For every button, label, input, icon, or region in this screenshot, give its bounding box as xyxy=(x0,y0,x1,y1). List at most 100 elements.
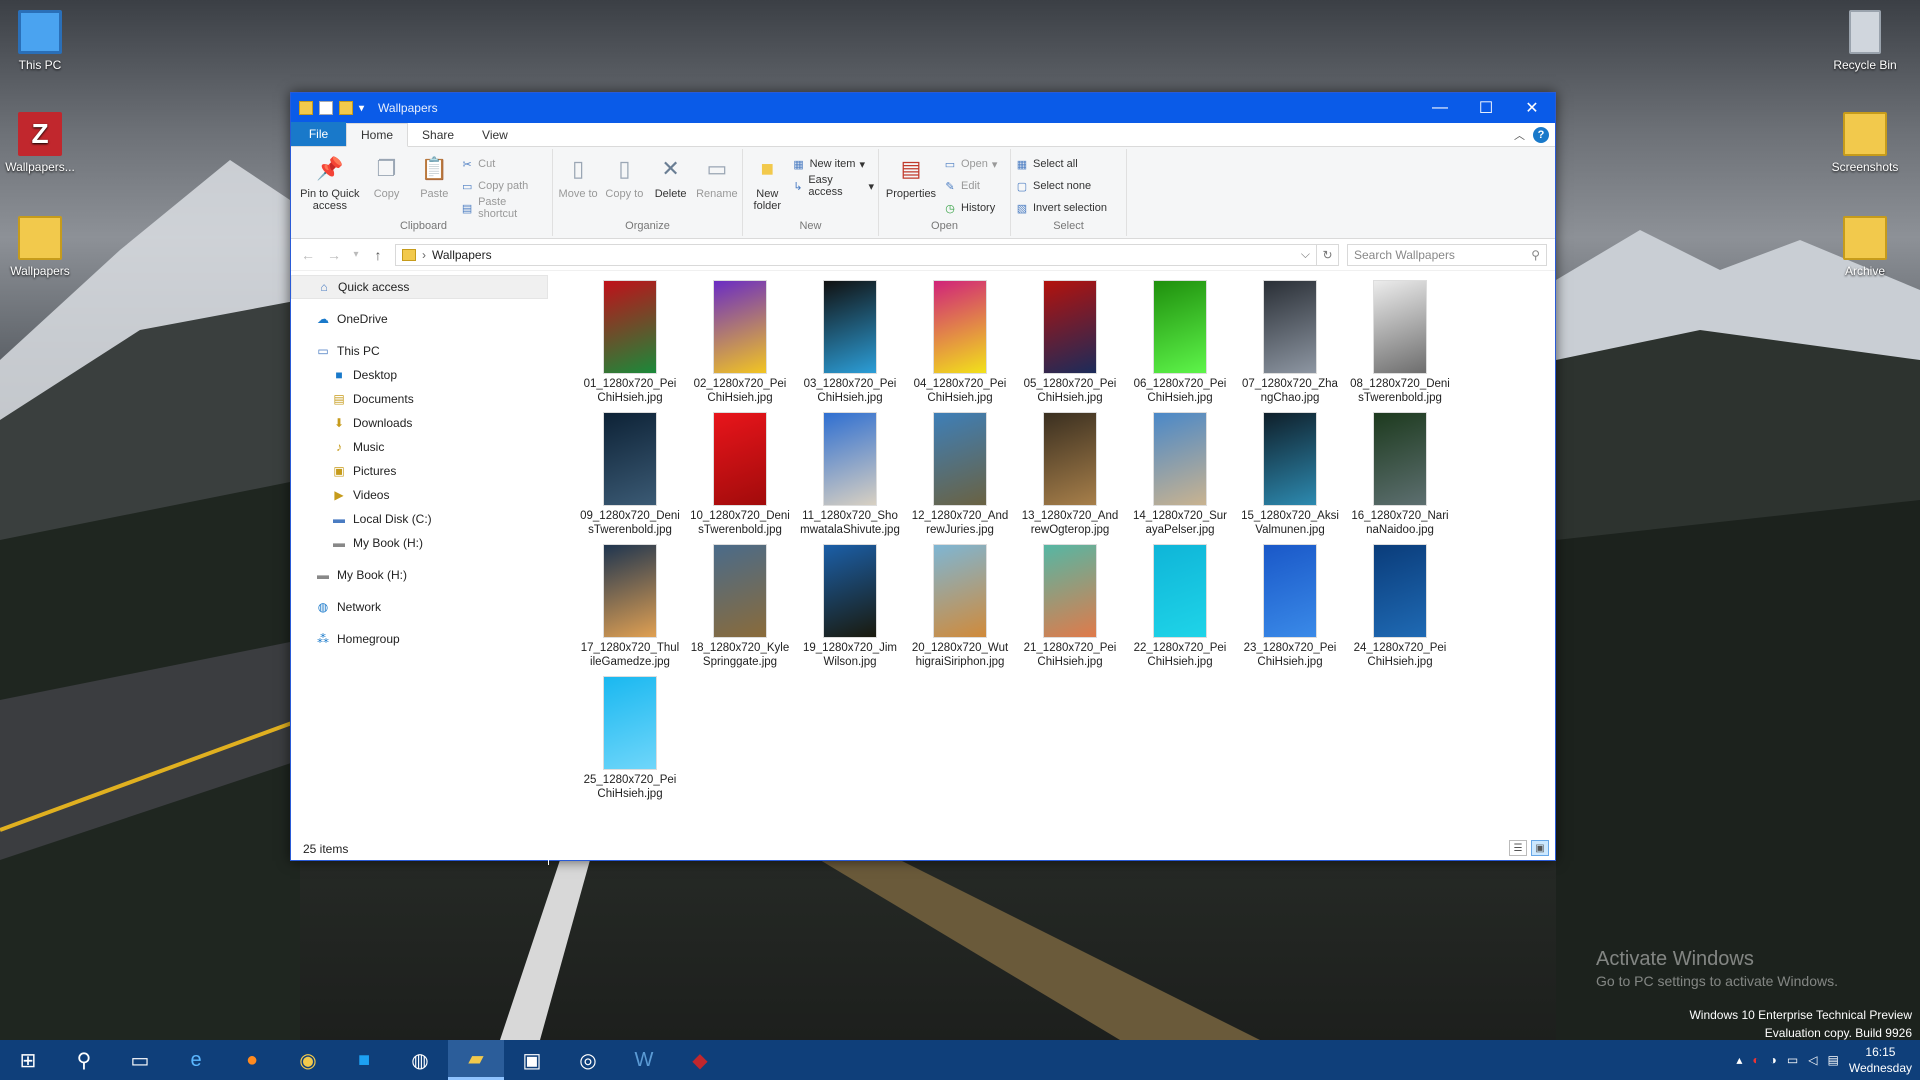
twitter-icon[interactable]: ■ xyxy=(336,1040,392,1080)
rename-button[interactable]: ▭ Rename xyxy=(696,149,738,220)
desktop-icon-wallpapers[interactable]: Wallpapers xyxy=(0,216,80,278)
file-item[interactable]: 08_1280x720_DenisTwerenbold.jpg xyxy=(1345,279,1455,405)
title-bar[interactable]: ▾ Wallpapers — ☐ ✕ xyxy=(291,93,1555,123)
refresh-icon[interactable]: ↻ xyxy=(1317,243,1339,266)
nav-documents[interactable]: ▤ Documents xyxy=(291,387,548,411)
nav-onedrive[interactable]: ☁ OneDrive xyxy=(291,307,548,331)
file-item[interactable]: 11_1280x720_ShomwatalaShivute.jpg xyxy=(795,411,905,537)
start-icon[interactable]: ⊞ xyxy=(0,1040,56,1080)
minimize-button[interactable]: — xyxy=(1417,93,1463,123)
file-item[interactable]: 04_1280x720_PeiChiHsieh.jpg xyxy=(905,279,1015,405)
up-icon[interactable]: ↑ xyxy=(369,247,387,263)
antivirus-icon[interactable]: ◐ xyxy=(1752,1053,1759,1067)
nav-pictures[interactable]: ▣ Pictures xyxy=(291,459,548,483)
move-to-button[interactable]: ▯ Move to xyxy=(557,149,599,220)
tab-share[interactable]: Share xyxy=(408,124,468,146)
show-hidden-icons-icon[interactable]: ▴ xyxy=(1736,1053,1742,1067)
tab-file[interactable]: File xyxy=(291,122,346,146)
network-icon[interactable]: ▭ xyxy=(1787,1053,1798,1067)
select-none-button[interactable]: ▢ Select none xyxy=(1015,177,1107,195)
history-button[interactable]: ◷ History xyxy=(943,199,997,217)
forward-icon[interactable]: → xyxy=(325,247,343,263)
nav-homegroup[interactable]: ⁂ Homegroup xyxy=(291,627,548,651)
select-all-button[interactable]: ▦ Select all xyxy=(1015,155,1107,173)
volume-icon[interactable]: ◁ xyxy=(1808,1053,1817,1067)
file-item[interactable]: 22_1280x720_PeiChiHsieh.jpg xyxy=(1125,543,1235,669)
paste-button[interactable]: 📋 Paste xyxy=(412,149,456,220)
pin-to-quick-access-button[interactable]: 📌 Pin to Quick access xyxy=(299,149,361,220)
tab-view[interactable]: View xyxy=(468,124,522,146)
copy-button[interactable]: ❐ Copy xyxy=(365,149,409,220)
nav-music[interactable]: ♪ Music xyxy=(291,435,548,459)
network-app-icon[interactable]: ◍ xyxy=(392,1040,448,1080)
large-icons-view-icon[interactable]: ▣ xyxy=(1531,840,1549,856)
address-bar[interactable]: › Wallpapers ⌵ xyxy=(395,243,1317,266)
desktop-icon-archive[interactable]: Archive xyxy=(1820,216,1910,278)
invert-selection-button[interactable]: ▧ Invert selection xyxy=(1015,199,1107,217)
easy-access-button[interactable]: ↳ Easy access ▾ xyxy=(792,174,874,198)
file-item[interactable]: 02_1280x720_PeiChiHsieh.jpg xyxy=(685,279,795,405)
nav-my-book[interactable]: ▬ My Book (H:) xyxy=(291,563,548,587)
file-item[interactable]: 20_1280x720_WuthigraiSiriphon.jpg xyxy=(905,543,1015,669)
store-icon[interactable]: ▣ xyxy=(504,1040,560,1080)
properties-button[interactable]: ▤ Properties xyxy=(883,149,939,220)
copy-to-button[interactable]: ▯ Copy to xyxy=(603,149,645,220)
chrome-icon[interactable]: ◉ xyxy=(280,1040,336,1080)
recent-locations-icon[interactable]: ▾ xyxy=(351,249,361,260)
file-item[interactable]: 25_1280x720_PeiChiHsieh.jpg xyxy=(575,675,685,801)
chat-icon[interactable]: ◑ xyxy=(1770,1053,1777,1067)
tab-home[interactable]: Home xyxy=(346,123,409,147)
nav-quick-access[interactable]: ⌂ Quick access xyxy=(291,275,548,299)
file-item[interactable]: 03_1280x720_PeiChiHsieh.jpg xyxy=(795,279,905,405)
nav-downloads[interactable]: ⬇ Downloads xyxy=(291,411,548,435)
maximize-button[interactable]: ☐ xyxy=(1463,93,1509,123)
details-view-icon[interactable]: ☰ xyxy=(1509,840,1527,856)
steam-icon[interactable]: ◎ xyxy=(560,1040,616,1080)
file-item[interactable]: 16_1280x720_NarinaNaidoo.jpg xyxy=(1345,411,1455,537)
copy-path-button[interactable]: ▭ Copy path xyxy=(460,177,548,195)
desktop-icon-recycle-bin[interactable]: Recycle Bin xyxy=(1820,10,1910,72)
file-item[interactable]: 23_1280x720_PeiChiHsieh.jpg xyxy=(1235,543,1345,669)
nav-my-book-sub[interactable]: ▬ My Book (H:) xyxy=(291,531,548,555)
file-item[interactable]: 06_1280x720_PeiChiHsieh.jpg xyxy=(1125,279,1235,405)
desktop-icon-screenshots[interactable]: Screenshots xyxy=(1820,112,1910,174)
back-icon[interactable]: ← xyxy=(299,247,317,263)
new-item-button[interactable]: ▦ New item ▾ xyxy=(792,155,874,173)
file-item[interactable]: 05_1280x720_PeiChiHsieh.jpg xyxy=(1015,279,1125,405)
search-input[interactable]: Search Wallpapers ⚲ xyxy=(1347,243,1547,266)
file-item[interactable]: 15_1280x720_AksiValmunen.jpg xyxy=(1235,411,1345,537)
file-item[interactable]: 01_1280x720_PeiChiHsieh.jpg xyxy=(575,279,685,405)
file-item[interactable]: 18_1280x720_KyleSpringgate.jpg xyxy=(685,543,795,669)
task-view-icon[interactable]: ▭ xyxy=(112,1040,168,1080)
firefox-icon[interactable]: ● xyxy=(224,1040,280,1080)
search-icon[interactable]: ⚲ xyxy=(56,1040,112,1080)
file-item[interactable]: 07_1280x720_ZhangChao.jpg xyxy=(1235,279,1345,405)
help-icon[interactable]: ? xyxy=(1533,127,1549,143)
file-item[interactable]: 24_1280x720_PeiChiHsieh.jpg xyxy=(1345,543,1455,669)
file-item[interactable]: 14_1280x720_SurayaPelser.jpg xyxy=(1125,411,1235,537)
nav-network[interactable]: ◍ Network xyxy=(291,595,548,619)
new-folder-button[interactable]: ■ New folder xyxy=(747,149,788,220)
cut-button[interactable]: ✂ Cut xyxy=(460,155,548,173)
nav-videos[interactable]: ▶ Videos xyxy=(291,483,548,507)
word-icon[interactable]: W xyxy=(616,1040,672,1080)
file-item[interactable]: 21_1280x720_PeiChiHsieh.jpg xyxy=(1015,543,1125,669)
chevron-down-icon[interactable]: ⌵ xyxy=(1301,247,1310,262)
file-item[interactable]: 17_1280x720_ThulileGamedze.jpg xyxy=(575,543,685,669)
clock[interactable]: 16:15 Wednesday xyxy=(1849,1044,1912,1076)
nav-local-disk[interactable]: ▬ Local Disk (C:) xyxy=(291,507,548,531)
delete-button[interactable]: ✕ Delete xyxy=(650,149,692,220)
nav-this-pc[interactable]: ▭ This PC xyxy=(291,339,548,363)
close-button[interactable]: ✕ xyxy=(1509,93,1555,123)
file-item[interactable]: 12_1280x720_AndrewJuries.jpg xyxy=(905,411,1015,537)
breadcrumb[interactable]: Wallpapers xyxy=(432,248,492,262)
desktop-icon-wallpapers-zotero[interactable]: Z Wallpapers... xyxy=(0,112,80,174)
file-item[interactable]: 13_1280x720_AndrewOgterop.jpg xyxy=(1015,411,1125,537)
new-folder-icon[interactable] xyxy=(339,101,353,115)
nav-desktop[interactable]: ■ Desktop xyxy=(291,363,548,387)
internet-explorer-icon[interactable]: e xyxy=(168,1040,224,1080)
properties-icon[interactable] xyxy=(319,101,333,115)
desktop-icon-this-pc[interactable]: This PC xyxy=(0,10,80,72)
chevron-down-icon[interactable]: ▾ xyxy=(359,103,364,114)
paste-shortcut-button[interactable]: ▤ Paste shortcut xyxy=(460,196,548,220)
